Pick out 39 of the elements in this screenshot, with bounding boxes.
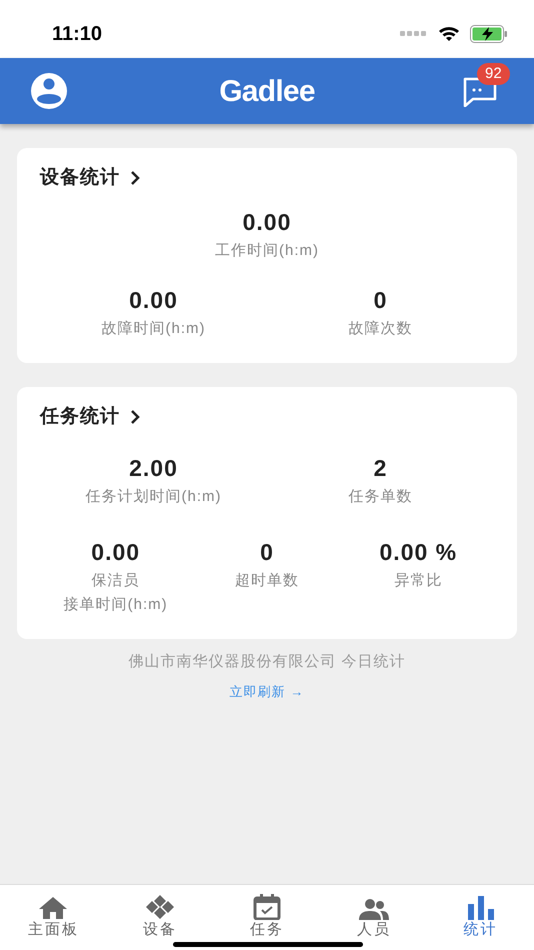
calendar-check-icon — [252, 894, 281, 920]
status-time: 11:10 — [52, 22, 102, 47]
unread-badge: 92 — [477, 63, 510, 85]
company-note: 佛山市南华仪器股份有限公司 今日统计 — [128, 652, 406, 672]
chevron-right-icon[interactable] — [130, 170, 140, 186]
stat-label: 工作时间(h:m) — [215, 240, 319, 260]
stat-value: 0.00 — [242, 208, 292, 236]
stat-label: 故障次数 — [348, 318, 412, 338]
stat-value: 0.00 — [129, 286, 178, 314]
battery-icon — [470, 25, 508, 43]
stat-label: 异常比 — [394, 571, 442, 591]
stat-value: 2.00 — [129, 454, 178, 483]
nav-tab[interactable]: 统计 — [427, 885, 534, 950]
stat-value: 0.00 — [91, 538, 140, 567]
signal-icon — [400, 31, 428, 37]
nav-tab[interactable]: 设备 — [106, 885, 214, 950]
card-title[interactable]: 任务统计 — [40, 402, 120, 431]
chevron-right-icon[interactable] — [130, 408, 140, 425]
nav-tab[interactable]: 任务 — [214, 885, 320, 950]
stat-value: 0 — [374, 286, 388, 314]
diamond-grid-icon — [145, 894, 176, 920]
logo: Gadlee — [219, 74, 315, 110]
stat-label: 任务计划时间(h:m) — [86, 487, 222, 507]
stat-label: 任务单数 — [348, 487, 412, 507]
people-icon — [358, 898, 389, 920]
stat-value: 2 — [374, 454, 388, 483]
card-title[interactable]: 设备统计 — [40, 164, 120, 192]
stat-label: 故障时间(h:m) — [102, 318, 206, 338]
stat-value: 0 — [260, 538, 274, 567]
nav-tab[interactable]: 主面板 — [0, 885, 107, 950]
bar-chart-icon — [466, 896, 495, 920]
refresh-link[interactable]: 立即刷新 → — [230, 682, 304, 701]
stat-label: 超时单数 — [234, 571, 299, 591]
stat-label: 接单时间(h:m) — [64, 595, 168, 615]
home-icon — [38, 896, 68, 920]
stat-value: 0.00 % — [380, 538, 458, 567]
stat-label: 保洁员 — [92, 571, 140, 591]
wifi-icon — [438, 26, 460, 42]
nav-tab[interactable]: 人员 — [320, 885, 428, 950]
